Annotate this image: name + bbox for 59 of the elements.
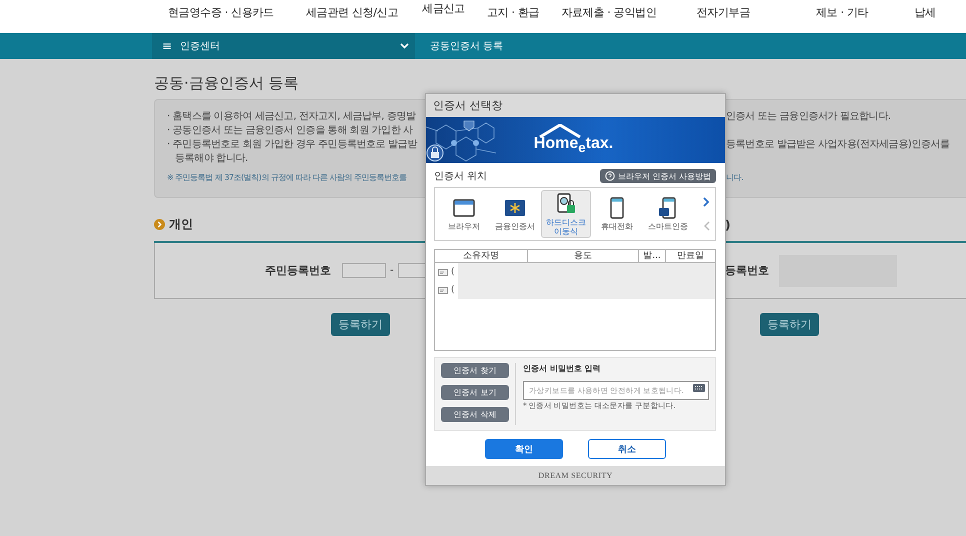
chevron-down-icon <box>400 43 409 49</box>
window-icon <box>453 197 475 219</box>
certificate-action-button[interactable]: 인증서 보기 <box>441 385 509 400</box>
nav-menu-item[interactable]: 제보 · 기타 <box>816 5 868 20</box>
location-option[interactable]: 브라우저 <box>439 190 489 238</box>
notice-text: · 홈택스를 이용하여 세금신고, 전자고지, 세금납부, 증명발 <box>167 110 417 124</box>
nav-menu-item[interactable]: 전자기부금 <box>696 5 750 20</box>
dash-separator: - <box>390 265 394 276</box>
certificate-icon <box>438 268 448 276</box>
nav-menu-item[interactable]: 현금영수증 · 신용카드 <box>168 5 274 20</box>
certificate-row[interactable]: ( <box>435 263 715 281</box>
field-label: 주민등록번호 <box>265 263 331 278</box>
notice-text: ※ 주민등록법 제 37조(벌칙)의 규정에 따라 다른 사람의 주민등록번호를 <box>167 172 408 184</box>
help-button[interactable]: 브라우저 인증서 사용방법 <box>600 169 716 183</box>
nav-menu-item[interactable]: 자료제출 · 공익법인 <box>561 5 656 20</box>
column-header: 용도 <box>528 250 639 262</box>
column-header: 소유자명 <box>435 250 528 262</box>
certificate-action-button[interactable]: 인증서 삭제 <box>441 407 509 422</box>
section-label: 인증서 위치 <box>434 170 488 183</box>
certificate-icon <box>438 286 448 294</box>
input-field[interactable] <box>342 263 386 278</box>
certificate-card-icon <box>504 197 526 219</box>
location-option[interactable]: 금융인증서 <box>490 190 540 238</box>
nav-menu-item[interactable]: 납세 <box>914 5 936 20</box>
bullet-icon <box>154 219 165 230</box>
section-heading: ) <box>725 218 730 232</box>
menu-dropdown[interactable]: ≡ 인증센터 <box>152 33 415 59</box>
certificate-row[interactable]: ( <box>435 281 715 299</box>
location-option[interactable]: 하드디스크 이동식 <box>541 190 591 238</box>
table-cell: ( <box>450 285 454 295</box>
register-button[interactable]: 등록하기 <box>331 313 390 336</box>
confirm-button[interactable]: 확인 <box>485 439 563 459</box>
notice-text: 니다. <box>726 172 744 184</box>
register-button[interactable]: 등록하기 <box>760 313 819 336</box>
help-icon <box>604 171 615 181</box>
notice-text: · 주민등록번호로 회원 가입한 경우 주민등록번호로 발급받 <box>167 138 418 152</box>
password-label: 인증서 비밀번호 입력 <box>523 363 602 374</box>
nav-menu-item[interactable]: 세금신고 <box>422 1 465 16</box>
cancel-button[interactable]: 취소 <box>588 439 666 459</box>
column-header: 발... <box>639 250 666 262</box>
table-cell: ( <box>450 267 454 277</box>
notice-text: 인증서 또는 금융인증서가 필요합니다. <box>726 110 892 124</box>
breadcrumb-current: 공동인증서 등록 <box>430 40 504 53</box>
column-header: 만료일 <box>676 250 705 262</box>
footer-brand: DREAM SECURITY <box>538 471 613 480</box>
location-option[interactable]: 스마트인증 <box>643 190 693 238</box>
nav-menu-item[interactable]: 고지 · 환급 <box>486 5 540 20</box>
notice-text: 등록해야 합니다. <box>174 152 249 166</box>
section-heading: 개인 <box>169 216 193 233</box>
locked-disk-icon <box>555 192 577 214</box>
certificate-action-button[interactable]: 인증서 찾기 <box>441 363 509 378</box>
hometax-logo: Home$_{e}$tax. <box>534 124 614 156</box>
dialog-title: 인증서 선택창 <box>426 94 725 117</box>
location-option[interactable]: 휴대전화 <box>592 190 642 238</box>
field-label: 등록번호 <box>725 263 769 278</box>
notice-text: 등록번호로 발급받은 사업자용(전자세금용)인증서를 <box>726 138 951 152</box>
page-title: 공동·금융인증서 등록 <box>154 74 300 93</box>
nav-menu-item[interactable]: 세금관련 신청/신고 <box>306 5 398 20</box>
notice-text: · 공동인증서 또는 금융인증서 인증을 통해 회원 가입한 사 <box>167 124 414 138</box>
